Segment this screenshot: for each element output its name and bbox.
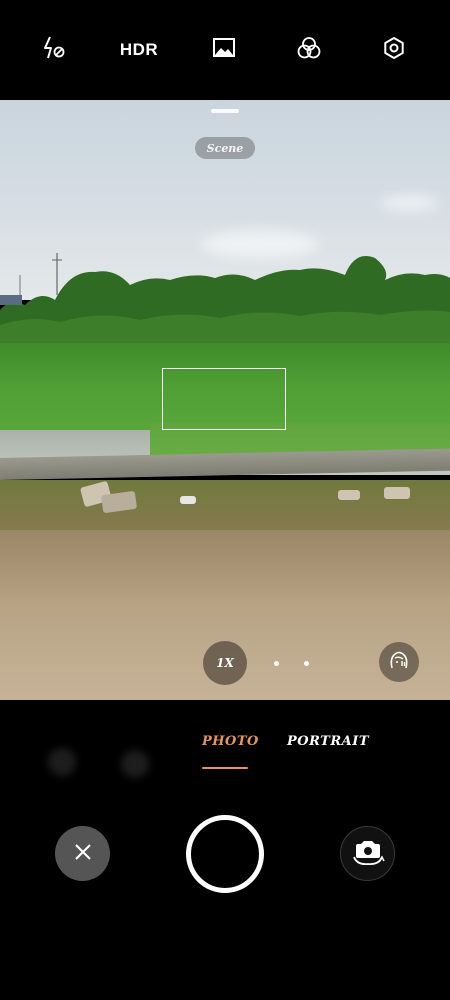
scene-debris xyxy=(180,496,196,504)
mode-placeholder xyxy=(121,750,149,778)
zoom-button[interactable]: 1X xyxy=(203,641,247,685)
filters-button[interactable] xyxy=(296,35,322,65)
flash-off-icon xyxy=(41,35,67,65)
camera-controls xyxy=(0,800,450,1000)
mode-portrait[interactable]: PORTRAIT xyxy=(287,734,369,749)
scene-rock xyxy=(384,487,410,499)
shutter-button[interactable] xyxy=(186,815,264,893)
drawer-handle[interactable] xyxy=(211,109,239,113)
beauty-face-icon xyxy=(388,649,410,675)
camera-viewfinder[interactable]: Scene 1X xyxy=(0,100,450,700)
close-icon xyxy=(73,842,93,866)
mode-photo[interactable]: PHOTO xyxy=(202,734,259,749)
active-mode-indicator xyxy=(202,767,248,769)
scene-trees xyxy=(0,253,450,345)
camera-top-bar: HDR xyxy=(0,0,450,100)
switch-camera-button[interactable] xyxy=(340,826,395,881)
scene-label[interactable]: Scene xyxy=(195,137,255,159)
settings-button[interactable] xyxy=(382,36,406,64)
zoom-level-dot[interactable] xyxy=(304,661,309,666)
switch-camera-icon xyxy=(351,837,385,871)
close-button[interactable] xyxy=(55,826,110,881)
settings-hexagon-icon xyxy=(382,36,406,64)
filters-icon xyxy=(296,35,322,65)
scene-rock xyxy=(338,490,360,500)
mode-placeholder xyxy=(48,748,76,776)
zoom-level-dot[interactable] xyxy=(274,661,279,666)
flash-off-button[interactable] xyxy=(41,35,67,65)
scene-cloud xyxy=(380,195,440,211)
gallery-button[interactable] xyxy=(212,37,236,63)
focus-frame xyxy=(162,368,286,430)
hdr-button[interactable]: HDR xyxy=(120,40,158,60)
mode-selector: PHOTO PORTRAIT xyxy=(0,700,450,800)
beauty-mode-button[interactable] xyxy=(379,642,419,682)
image-icon xyxy=(212,37,236,63)
